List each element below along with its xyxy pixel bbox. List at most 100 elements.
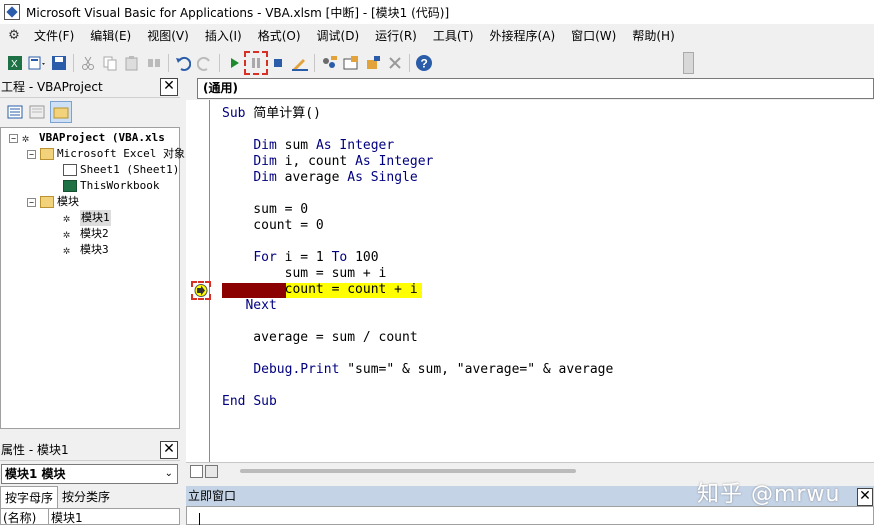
menu-bar: ⚙ 文件(F) 编辑(E) 视图(V) 插入(I) 格式(O) 调试(D) 运行…	[0, 24, 874, 48]
immediate-close-button[interactable]: ✕	[857, 488, 873, 506]
code-line[interactable]: Sub 简单计算()	[222, 106, 321, 122]
tree-node-modules[interactable]: − 模块	[27, 194, 79, 210]
tree-node-sheet1[interactable]: Sheet1 (Sheet1)	[63, 162, 179, 178]
tree-node-module3[interactable]: ✲ 模块3	[63, 242, 109, 258]
properties-pane-header: 属性 - 模块1 ✕	[0, 439, 180, 461]
immediate-window-input[interactable]	[186, 506, 874, 525]
menu-help[interactable]: 帮助(H)	[624, 24, 682, 48]
menu-insert[interactable]: 插入(I)	[197, 24, 250, 48]
code-line[interactable]: sum = sum + i	[222, 266, 387, 282]
project-explorer-icon[interactable]	[318, 52, 340, 74]
cut-icon[interactable]	[77, 52, 99, 74]
properties-object-select[interactable]: 模块1 模块 ⌄	[1, 464, 178, 484]
view-code-icon[interactable]	[4, 101, 26, 123]
run-icon[interactable]	[223, 52, 245, 74]
tab-alphabetic[interactable]: 按字母序	[0, 486, 59, 508]
code-line[interactable]: average = sum / count	[222, 330, 417, 346]
design-mode-icon[interactable]	[289, 52, 311, 74]
code-line[interactable]: Debug.Print "sum=" & sum, "average=" & a…	[222, 362, 613, 378]
vbaproject-icon: ✲	[22, 131, 30, 145]
execution-pointer-icon[interactable]	[191, 281, 211, 300]
property-row-name[interactable]: (名称) 模块1	[0, 508, 180, 525]
toolbar-separator	[219, 53, 220, 72]
toggle-folders-icon[interactable]	[50, 101, 72, 123]
tree-label-thisworkbook: ThisWorkbook	[80, 179, 160, 192]
code-line[interactable]: Dim average As Single	[222, 170, 417, 186]
object-select[interactable]: (通用)	[197, 78, 874, 99]
procedure-view-icon[interactable]	[190, 465, 203, 478]
toolbar-overflow-button[interactable]	[683, 52, 694, 74]
code-line[interactable]: For i = 1 To 100	[222, 250, 378, 266]
module-icon: ✲	[63, 227, 71, 241]
tree-label-module3: 模块3	[80, 243, 109, 256]
code-margin-indicator-bar[interactable]	[186, 100, 210, 462]
toolbar-separator	[73, 53, 74, 72]
tree-node-vbaproject[interactable]: − ✲ VBAProject (VBA.xls	[9, 130, 165, 146]
tree-label-sheet1: Sheet1 (Sheet1)	[80, 163, 180, 176]
tab-categorized[interactable]: 按分类序	[58, 486, 115, 508]
save-icon[interactable]	[48, 52, 70, 74]
properties-close-button[interactable]: ✕	[160, 441, 178, 459]
reset-icon[interactable]	[267, 52, 289, 74]
tree-label-modules: 模块	[57, 195, 79, 208]
project-horizontal-scrollbar[interactable]	[0, 429, 180, 439]
menu-format[interactable]: 格式(O)	[250, 24, 309, 48]
copy-icon[interactable]	[99, 52, 121, 74]
insert-module-icon[interactable]	[26, 52, 48, 74]
code-line[interactable]: count = count + i	[222, 282, 418, 298]
module-icon: ✲	[63, 211, 71, 225]
module-icon: ✲	[63, 243, 71, 257]
worksheet-icon	[63, 164, 77, 176]
title-bar: Microsoft Visual Basic for Applications …	[0, 0, 874, 24]
tree-node-module1[interactable]: ✲ 模块1	[63, 210, 111, 226]
toolbar-separator	[314, 53, 315, 72]
code-line[interactable]: count = 0	[222, 218, 323, 234]
help-icon[interactable]: ?	[413, 52, 435, 74]
view-object-icon[interactable]	[26, 101, 48, 123]
vba-editor-window: Microsoft Visual Basic for Applications …	[0, 0, 874, 525]
menu-file[interactable]: 文件(F)	[26, 24, 82, 48]
code-line[interactable]: sum = 0	[222, 202, 308, 218]
object-select-value: (通用)	[203, 81, 238, 95]
vba-app-icon	[4, 4, 20, 20]
project-close-button[interactable]: ✕	[160, 78, 178, 96]
redo-icon[interactable]	[194, 52, 216, 74]
tree-node-module2[interactable]: ✲ 模块2	[63, 226, 109, 242]
menu-edit[interactable]: 编辑(E)	[82, 24, 139, 48]
property-key: (名称)	[1, 509, 49, 525]
toolbox-icon[interactable]	[384, 52, 406, 74]
full-module-view-icon[interactable]	[205, 465, 218, 478]
collapse-icon[interactable]: −	[27, 149, 36, 159]
collapse-icon[interactable]: −	[9, 133, 18, 143]
tree-label-excel-objects: Microsoft Excel 对象	[57, 147, 185, 160]
tree-node-thisworkbook[interactable]: ThisWorkbook	[63, 178, 159, 194]
menu-tools[interactable]: 工具(T)	[425, 24, 482, 48]
code-line[interactable]: Dim sum As Integer	[222, 138, 394, 154]
menu-addins[interactable]: 外接程序(A)	[482, 24, 564, 48]
toolbar-separator	[409, 53, 410, 72]
excel-icon[interactable]: X	[4, 52, 26, 74]
find-icon[interactable]	[143, 52, 165, 74]
break-icon[interactable]	[244, 50, 268, 75]
code-line[interactable]: End Sub	[222, 394, 277, 410]
tree-label-module2: 模块2	[80, 227, 109, 240]
collapse-icon[interactable]: −	[27, 197, 36, 207]
code-horizontal-scrollbar[interactable]	[240, 469, 576, 473]
text-cursor	[199, 513, 200, 525]
undo-icon[interactable]	[172, 52, 194, 74]
window-title: Microsoft Visual Basic for Applications …	[26, 5, 450, 20]
menu-view[interactable]: 视图(V)	[139, 24, 197, 48]
svg-text:X: X	[11, 59, 18, 70]
menu-run[interactable]: 运行(R)	[367, 24, 425, 48]
folder-icon	[40, 148, 54, 160]
property-value[interactable]: 模块1	[49, 509, 83, 525]
code-line[interactable]: Dim i, count As Integer	[222, 154, 433, 170]
object-browser-icon[interactable]	[362, 52, 384, 74]
menu-window[interactable]: 窗口(W)	[563, 24, 624, 48]
menu-debug[interactable]: 调试(D)	[309, 24, 368, 48]
watermark: 知乎 @mrwu	[697, 482, 841, 507]
paste-icon[interactable]	[121, 52, 143, 74]
properties-icon[interactable]	[340, 52, 362, 74]
code-line[interactable]: Next	[222, 298, 276, 314]
tree-node-excel-objects[interactable]: − Microsoft Excel 对象	[27, 146, 185, 162]
